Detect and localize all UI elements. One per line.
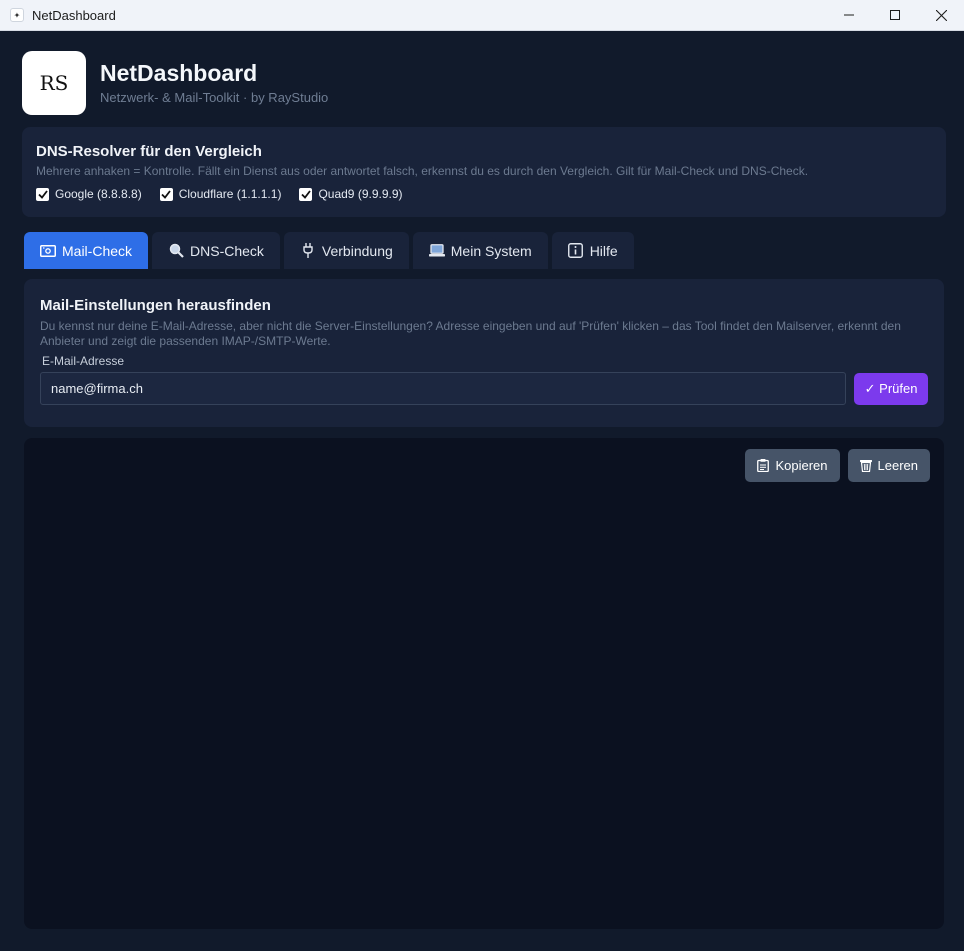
google-checkbox[interactable] [36, 187, 49, 201]
maximize-button[interactable] [872, 0, 918, 31]
tab-label: Mail-Check [62, 242, 133, 259]
mail-card-description: Du kennst nur deine E-Mail-Adresse, aber… [40, 319, 901, 348]
quad9-checkbox[interactable] [299, 187, 313, 201]
magnifier-icon [168, 243, 184, 259]
app-icon: ✦ [10, 8, 24, 22]
tab-hilfe[interactable]: Hilfe [551, 232, 634, 269]
resolver-option-label: Google (8.8.8.8) [55, 187, 142, 201]
title-bar: ✦ NetDashboard [0, 0, 964, 31]
maximize-icon [890, 10, 900, 20]
checkmark-icon [301, 189, 311, 199]
email-input[interactable] [40, 372, 847, 405]
resolver-description: Mehrere anhaken = Kontrolle. Fällt ein D… [36, 164, 809, 178]
minimize-icon [844, 14, 854, 16]
info-icon [568, 243, 584, 259]
resolver-option-google[interactable]: Google (8.8.8.8) [36, 187, 142, 201]
plug-icon [300, 243, 316, 259]
output-panel[interactable]: Kopieren Leeren [24, 438, 944, 929]
minimize-button[interactable] [826, 0, 872, 31]
cloudflare-checkbox[interactable] [159, 187, 173, 201]
tab-label: Verbindung [321, 242, 393, 259]
trash-icon [859, 459, 872, 472]
tab-label: Mein System [450, 242, 532, 259]
app-title: NetDashboard [100, 59, 258, 86]
output-actions: Kopieren Leeren [737, 449, 930, 482]
resolver-option-quad9[interactable]: Quad9 (9.9.9.9) [299, 187, 403, 201]
copy-button[interactable]: Kopieren [745, 449, 840, 482]
tab-label: Hilfe [589, 242, 618, 259]
tab-label: DNS-Check [190, 242, 264, 259]
mail-settings-card: Mail-Einstellungen herausfinden Du kenns… [24, 279, 944, 427]
copy-button-label: Kopieren [775, 458, 828, 473]
check-button[interactable]: ✓ Prüfen [854, 372, 928, 405]
email-field-label: E-Mail-Adresse [42, 354, 125, 368]
logo-mark: RS [39, 71, 69, 95]
mail-icon [40, 243, 56, 259]
resolver-option-label: Quad9 (9.9.9.9) [318, 187, 403, 201]
app-subtitle: Netzwerk- & Mail-Toolkit · by RayStudio [100, 90, 329, 106]
tab-mein-system[interactable]: Mein System [412, 232, 548, 269]
checkmark-icon [161, 189, 171, 199]
close-icon [935, 9, 947, 21]
resolver-option-cloudflare[interactable]: Cloudflare (1.1.1.1) [159, 187, 282, 201]
resolver-title: DNS-Resolver für den Vergleich [36, 143, 262, 160]
tab-verbindung[interactable]: Verbindung [283, 232, 409, 269]
clear-button-label: Leeren [877, 458, 918, 473]
header-text: NetDashboard Netzwerk- & Mail-Toolkit · … [100, 59, 329, 106]
window-title: NetDashboard [32, 7, 116, 23]
tab-bar: Mail-Check DNS-Check Verbindung Mein Sys… [24, 232, 638, 269]
clear-button[interactable]: Leeren [847, 449, 930, 482]
resolver-option-label: Cloudflare (1.1.1.1) [178, 187, 282, 201]
resolver-options: Google (8.8.8.8) Cloudflare (1.1.1.1) Qu… [36, 187, 932, 201]
laptop-icon [428, 243, 445, 259]
app-logo: RS [22, 51, 86, 115]
mail-card-title: Mail-Einstellungen herausfinden [40, 297, 271, 314]
close-button[interactable] [918, 0, 964, 31]
tab-mail-check[interactable]: Mail-Check [24, 232, 149, 269]
dns-resolver-card: DNS-Resolver für den Vergleich Mehrere a… [22, 127, 946, 217]
window-controls [826, 0, 964, 31]
clipboard-icon [757, 459, 770, 472]
checkmark-icon [37, 189, 48, 199]
app-header: RS NetDashboard Netzwerk- & Mail-Toolkit… [22, 51, 328, 115]
tab-dns-check[interactable]: DNS-Check [152, 232, 280, 269]
email-input-row: ✓ Prüfen [40, 372, 928, 405]
